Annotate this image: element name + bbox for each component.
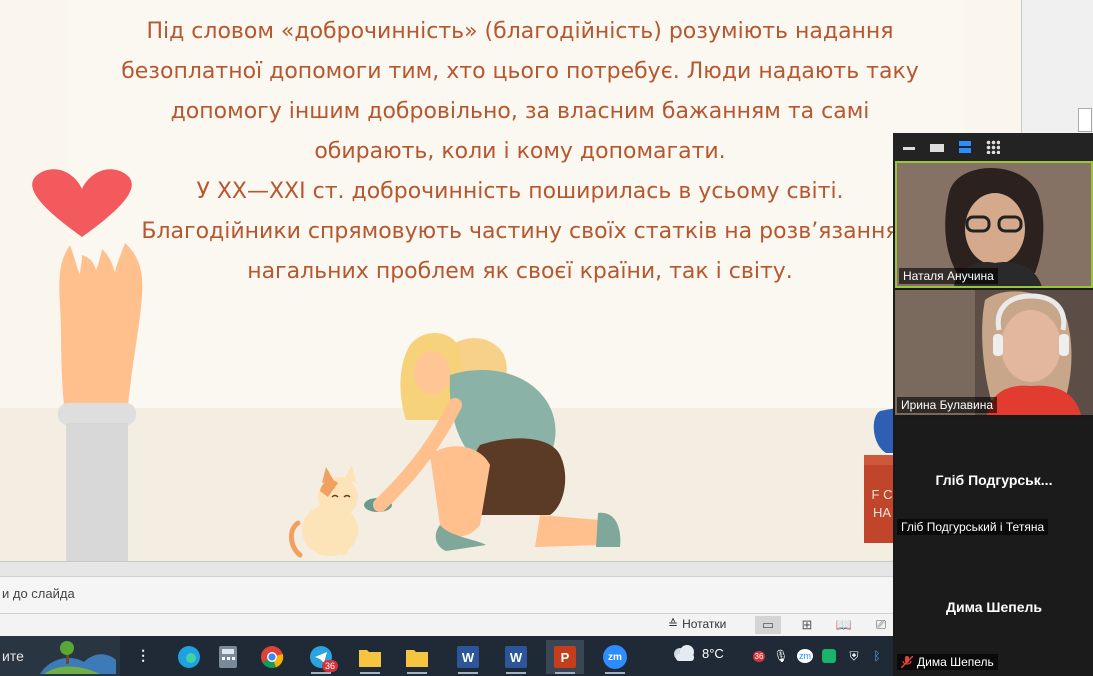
zoom-icon: zm [603,645,627,669]
slide-canvas[interactable]: Під словом «доброчинність» (благодійніст… [0,0,1022,562]
shield-icon: ⛨ [849,648,859,663]
folder-icon [406,650,428,667]
slide-line: нагальних проблем як своєї країни, так і… [247,259,793,284]
word-icon: W [457,646,479,668]
calculator-icon [219,646,237,668]
app-tray-icon [822,649,836,663]
normal-view-button[interactable]: ▭ [755,616,781,634]
girl-with-cat-illustration [289,333,621,558]
telegram-badge: 36 [321,660,338,672]
reading-view-button[interactable]: 📖 [831,616,857,634]
edge-button[interactable] [170,640,208,674]
folder-icon [359,650,381,667]
slide-sorter-button[interactable]: ⊞ [794,616,820,634]
slide-line: Під словом «доброчинність» (благодійніст… [146,19,894,44]
taskbar-search[interactable]: ите [0,636,120,676]
zoom-gallery-panel: Наталя Анучина Ирина Булавина Гліб Подгу… [893,133,1093,676]
notes-toggle-button[interactable]: ≙ Нотатки [668,617,726,631]
heart-icon [32,169,132,237]
notes-icon: ≙ [668,617,679,631]
grid-icon [986,140,1000,154]
microphone-tray-button[interactable]: 🎙 [772,646,790,666]
slide-line: Благодійники спрямовують частину своїх с… [141,219,899,244]
muted-microphone-icon [901,656,913,668]
chrome-icon [261,646,284,669]
gallery-view-button[interactable] [985,139,1001,155]
book-icon: 📖 [835,617,853,632]
tray-badge: 36 [752,650,766,662]
split-view-button[interactable] [957,139,973,155]
security-tray-button[interactable]: ⛨ [845,646,863,666]
cat-icon [289,465,358,558]
slide-line: У ХХ—ХХІ ст. доброчинність поширилась в … [196,179,844,204]
participant-name: Наталя Анучина [899,268,998,284]
hand-heart-illustration [32,169,143,561]
word-button[interactable]: W [449,640,487,674]
slideshow-icon: ⎚ [875,617,887,632]
normal-view-icon: ▭ [761,617,775,632]
landscape-icon [40,641,116,674]
screen: Під словом «доброчинність» (благодійніст… [0,0,1093,676]
microphone-icon: 🎙 [773,649,789,663]
participant-name: Ирина Булавина [897,397,998,413]
slide-line: допомогу іншим добровільно, за власним б… [170,99,870,124]
task-view-button[interactable]: ⫶ [124,640,162,674]
word-icon: W [505,646,527,668]
zoom-tray-icon: zm [797,649,813,663]
app-tray-button[interactable] [820,646,838,666]
split-icon [959,141,971,146]
slide-line: безоплатної допомоги тим, хто цього потр… [121,59,919,84]
telegram-button[interactable]: 36 [302,640,340,674]
notes-label: Нотатки [682,617,727,631]
weather-widget[interactable]: 8°C [672,644,724,662]
edge-icon [178,646,200,668]
search-text: ите [2,648,24,664]
participant-name: Гліб Подгурський і Тетяна [897,519,1049,535]
minus-icon [903,147,915,150]
zoom-button[interactable]: zm [596,640,634,674]
single-view-button[interactable] [929,139,945,155]
scroll-thumb[interactable] [1078,108,1092,132]
participant-name-row: Дима Шепель [897,654,998,670]
minimize-view-button[interactable] [901,139,917,155]
file-explorer-button[interactable] [351,640,389,674]
participant-video-tile[interactable]: Ирина Булавина [895,290,1093,415]
participant-display-name: Дима Шепель [945,599,1043,615]
file-explorer-button-2[interactable] [398,640,436,674]
slide-text-box[interactable]: Під словом «доброчинність» (благодійніст… [80,12,960,292]
notes-placeholder: и до слайда [2,586,75,601]
weather-temp: 8°C [702,645,724,661]
tray-app-badge[interactable]: 36 [750,646,768,666]
rect-icon [930,144,944,152]
participant-video-tile[interactable]: Наталя Анучина [895,161,1093,288]
participant-tile-no-video[interactable]: Гліб Подгурськ... Гліб Подгурський і Тет… [895,418,1093,543]
charity-box-label: F CHA [871,487,893,520]
participant-name: Дима Шепель [917,655,994,669]
slideshow-button[interactable]: ⎚ [868,616,894,634]
task-view-icon: ⫶ [140,646,146,667]
participant-tile-no-video[interactable]: Дима Шепель Дима Шепель [895,545,1093,676]
cloud-icon [674,645,694,661]
bluetooth-icon: ᛒ [873,649,881,663]
calculator-button[interactable] [209,640,247,674]
powerpoint-button[interactable]: P [546,640,584,674]
participant-display-name: Гліб Подгурськ... [935,472,1053,488]
zoom-tray-button[interactable]: zm [796,646,814,666]
zoom-view-toolbar [893,133,1093,161]
bluetooth-tray-button[interactable]: ᛒ [868,646,886,666]
chrome-button[interactable] [253,640,291,674]
slide-line: обирають, коли і кому допомагати. [314,139,726,164]
word-button-2[interactable]: W [497,640,535,674]
powerpoint-icon: P [554,646,576,668]
grid-icon: ⊞ [801,617,813,632]
